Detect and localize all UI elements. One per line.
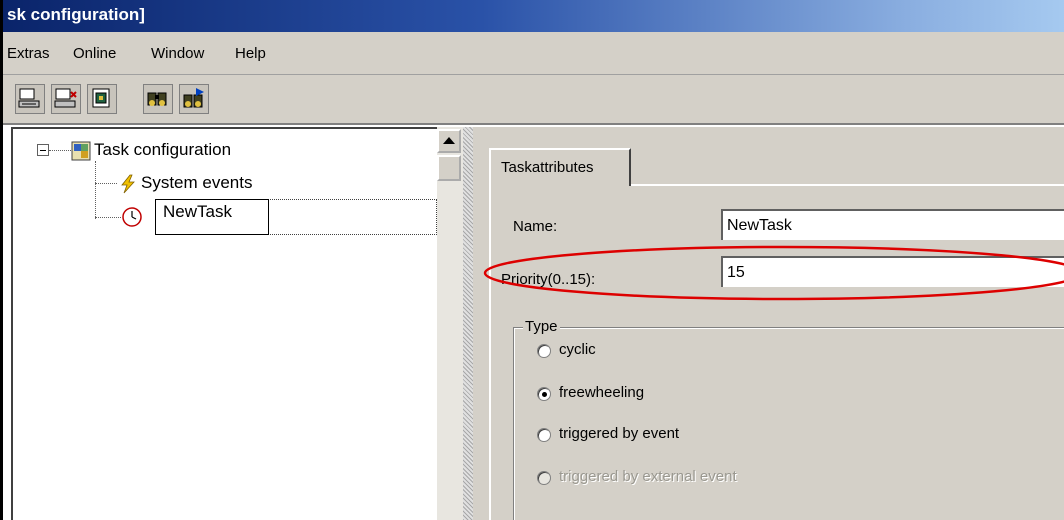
window-title: sk configuration] [7,5,145,24]
priority-label: Priority(0..15): [501,271,596,288]
properties-pane: Taskattributes Name: NewTask Priority(0.… [473,127,1064,520]
build-icon [92,88,110,108]
build-button[interactable] [87,84,117,114]
collapse-toggle[interactable] [37,144,49,156]
search-next-button[interactable] [179,84,209,114]
radio-label-triggered-by-event[interactable]: triggered by event [559,425,679,442]
login-button[interactable] [15,84,45,114]
task-tree[interactable]: Task configuration System events NewTask [11,127,437,520]
menu-bar: Extras Online Window Help [3,32,1064,75]
name-value: NewTask [727,217,792,234]
radio-label-cyclic[interactable]: cyclic [559,341,596,358]
tree-item-newtask-edit[interactable]: NewTask [155,199,269,235]
radio-freewheeling[interactable] [537,387,551,401]
radio-cyclic[interactable] [537,344,551,358]
tree-connector [49,150,71,151]
radio-label-freewheeling[interactable]: freewheeling [559,384,644,401]
priority-field[interactable]: 15 [721,256,1064,287]
radio-triggered-by-external-event [537,471,551,485]
menu-window[interactable]: Window [151,45,204,62]
tab-label: Taskattributes [501,159,594,176]
tree-connector [95,161,96,219]
logout-button[interactable] [51,84,81,114]
title-bar: sk configuration] [3,0,1064,32]
clock-icon [122,207,142,227]
application-window: sk configuration] Extras Online Window H… [0,0,1064,520]
lightning-icon [121,174,135,194]
search-button[interactable] [143,84,173,114]
logout-icon [54,88,77,108]
arrow-up-icon [443,137,455,144]
priority-value: 15 [727,264,745,281]
login-icon [18,88,40,108]
tab-taskattributes[interactable]: Taskattributes [489,148,631,186]
tree-root-label[interactable]: Task configuration [94,140,231,160]
type-legend: Type [523,318,560,335]
name-field[interactable]: NewTask [721,209,1064,240]
menu-extras[interactable]: Extras [7,45,50,62]
tree-scrollbar[interactable] [437,127,463,520]
tree-item-newtask[interactable]: NewTask [163,202,232,222]
pane-splitter[interactable] [463,127,473,520]
scroll-up-button[interactable] [437,129,461,153]
search-icon [147,92,167,106]
tree-connector [95,183,117,184]
radio-triggered-by-event[interactable] [537,428,551,442]
tree-connector [95,217,121,218]
task-configuration-icon [71,141,91,161]
menu-online[interactable]: Online [73,45,116,62]
search-next-icon [183,88,204,108]
tree-item-system-events[interactable]: System events [141,173,253,193]
name-label: Name: [513,218,558,235]
scroll-thumb[interactable] [437,155,461,181]
toolbar [3,75,1064,125]
radio-label-triggered-by-external-event: triggered by external event [559,468,737,485]
menu-help[interactable]: Help [235,45,266,62]
